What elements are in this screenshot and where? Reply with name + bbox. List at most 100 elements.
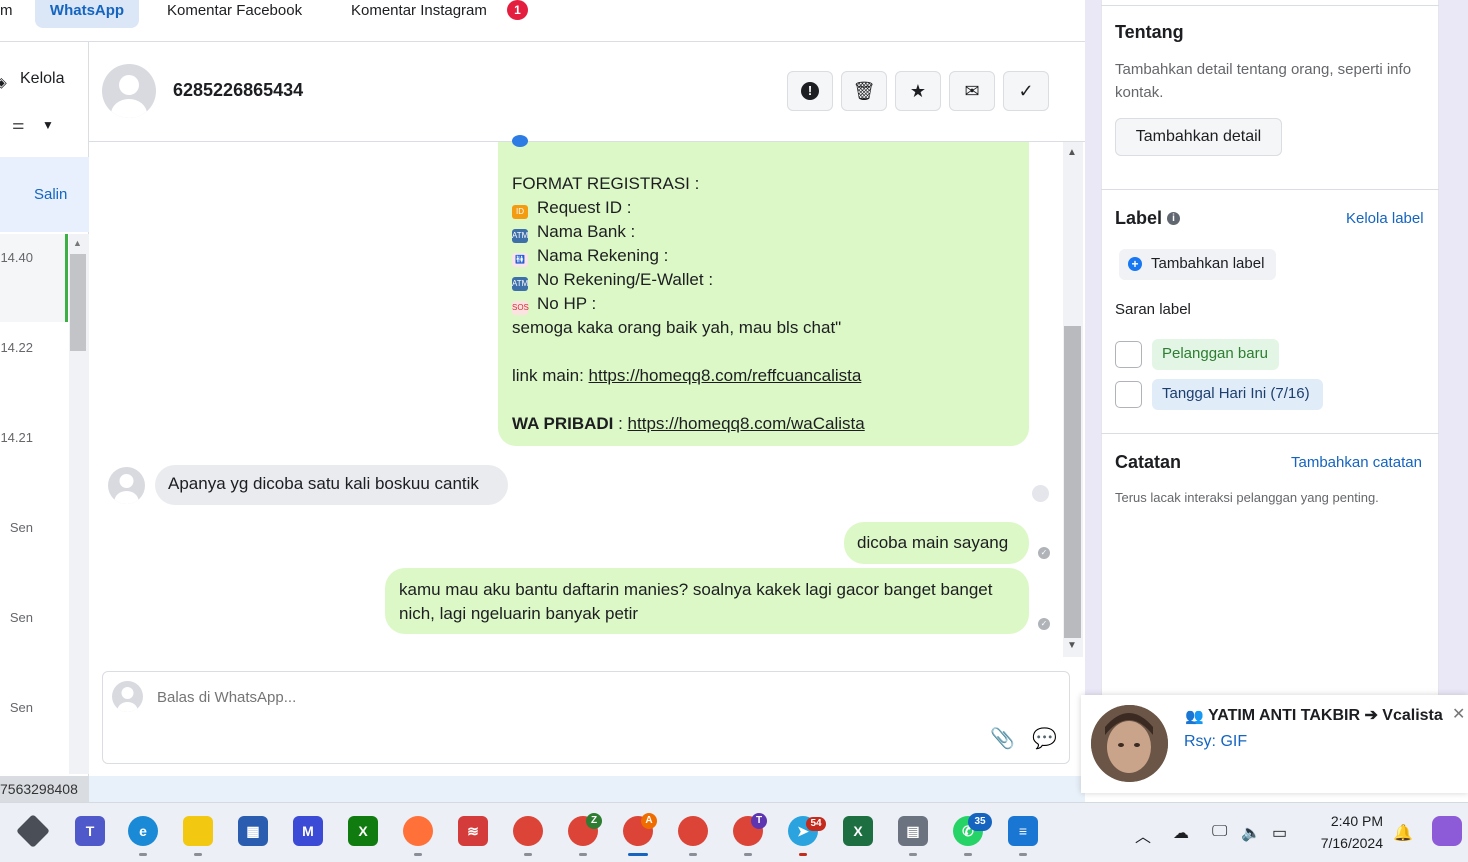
chat-scrollbar-thumb[interactable] — [1064, 326, 1081, 638]
contact-avatar — [102, 64, 156, 118]
tab-instagram-comments[interactable]: Komentar Instagram — [351, 0, 487, 28]
registration-message: FORMAT REGISTRASI : ID Request ID : ATM Na… — [512, 172, 865, 436]
profile-badge: T — [751, 813, 767, 829]
microsoft-store-icon[interactable]: ▦ — [238, 816, 268, 846]
scroll-down-arrow-icon[interactable]: ▼ — [1067, 640, 1077, 651]
notes-description: Terus lacak interaksi pelanggan yang pen… — [1115, 490, 1379, 505]
mark-unread-button[interactable]: ✉ — [949, 71, 995, 111]
notes-heading: Catatan — [1115, 452, 1182, 472]
app-icon[interactable]: M — [293, 816, 323, 846]
cloud-off-icon[interactable]: ☁ — [1173, 823, 1189, 843]
selected-conversation[interactable] — [0, 234, 65, 322]
id-fragment: 7563298408 — [0, 776, 89, 802]
app-icon[interactable]: ≋ — [458, 816, 488, 846]
conversation-time: Sen — [9, 610, 33, 625]
firefox-icon[interactable] — [403, 816, 433, 846]
footer-strip — [89, 776, 1085, 802]
filter-sliders-icon[interactable]: ⚌ — [12, 116, 25, 133]
wa-label: WA PRIBADI — [512, 414, 614, 433]
chevron-up-icon[interactable]: ︿ — [1135, 823, 1151, 847]
running-indicator — [414, 853, 422, 856]
running-indicator — [744, 853, 752, 856]
salin-link[interactable]: Salin — [34, 186, 67, 203]
profile-badge: Z — [586, 813, 602, 829]
scroll-up-arrow-icon[interactable]: ▲ — [73, 238, 82, 248]
suggested-label[interactable]: Tanggal Hari Ini (7/16) — [1152, 379, 1323, 410]
about-description: Tambahkan detail tentang orang, seperti … — [1115, 61, 1412, 101]
check-icon: ✓ — [1018, 80, 1034, 101]
edge-icon[interactable]: e — [128, 816, 158, 846]
person-photo-icon — [1091, 705, 1168, 782]
envelope-icon: ✉ — [964, 80, 980, 101]
copilot-icon[interactable] — [1432, 816, 1462, 846]
tab-facebook-comments[interactable]: Komentar Facebook — [167, 0, 302, 28]
delete-button[interactable]: 🗑 — [841, 71, 887, 111]
default-avatar-icon — [111, 75, 147, 118]
file-explorer-icon[interactable] — [183, 816, 213, 846]
running-indicator — [194, 853, 202, 856]
sos-emoji-icon: SOS — [512, 301, 529, 315]
format-title: FORMAT REGISTRASI : — [512, 174, 700, 193]
tab-previous-fragment[interactable]: m — [0, 0, 13, 28]
mark-done-button[interactable]: ✓ — [1003, 71, 1049, 111]
conversation-time: Sen — [9, 700, 33, 715]
unread-badge: 54 — [806, 817, 826, 831]
star-icon: ★ — [909, 80, 927, 101]
list-scrollbar-thumb[interactable] — [70, 254, 86, 351]
account-name-line: Nama Rekening : — [537, 246, 669, 265]
default-avatar-icon — [117, 687, 138, 712]
incoming-message-bubble: Apanya yg dicoba satu kali boskuu cantik — [155, 465, 508, 505]
label-checkbox[interactable] — [1115, 381, 1142, 408]
conversation-time: 14.22 — [0, 340, 33, 355]
tab-whatsapp[interactable]: WhatsApp — [35, 0, 139, 28]
label-checkbox[interactable] — [1115, 341, 1142, 368]
account-number-line: No Rekening/E-Wallet : — [537, 270, 714, 289]
chrome-icon[interactable] — [678, 816, 708, 846]
volume-icon[interactable]: 🔈 — [1241, 823, 1261, 843]
battery-icon[interactable]: ▭ — [1272, 823, 1287, 843]
active-indicator — [628, 853, 648, 856]
suggested-label[interactable]: Pelanggan baru — [1152, 339, 1279, 370]
info-icon[interactable]: i — [1167, 212, 1180, 225]
caret-down-icon[interactable]: ▼ — [42, 118, 54, 132]
game-link[interactable]: https://homeqq8.com/reffcuancalista — [589, 366, 862, 385]
closing-line: semoga kaka orang baik yah, mau bls chat… — [512, 318, 842, 337]
chrome-icon[interactable] — [513, 816, 543, 846]
saved-reply-icon[interactable]: 💬 — [1032, 726, 1057, 751]
manage-label-link[interactable]: Kelola label — [1346, 210, 1424, 227]
add-note-link[interactable]: Tambahkan catatan — [1291, 454, 1422, 471]
clock-date[interactable]: 7/16/2024 — [1303, 835, 1383, 851]
display-icon[interactable]: 🖵 — [1212, 823, 1227, 841]
kelola-button[interactable]: Kelola — [20, 70, 64, 88]
restroom-emoji-icon: 🚻 — [512, 253, 528, 267]
star-button[interactable]: ★ — [895, 71, 941, 111]
report-button[interactable]: ! — [787, 71, 833, 111]
active-indicator — [65, 234, 68, 322]
xbox-icon[interactable]: X — [348, 816, 378, 846]
phone-line: No HP : — [537, 294, 597, 313]
clock-time[interactable]: 2:40 PM — [1323, 813, 1383, 829]
notification-bell-icon[interactable]: 🔔 — [1393, 823, 1413, 843]
teams-icon[interactable]: T — [75, 816, 105, 846]
link-label: link main: — [512, 366, 589, 385]
notepad-icon[interactable]: ≡ — [1008, 816, 1038, 846]
reply-input[interactable] — [157, 689, 857, 706]
add-label-button[interactable]: Tambahkan label — [1119, 249, 1276, 280]
channel-tab-bar — [0, 0, 1085, 42]
excel-icon[interactable]: X — [843, 816, 873, 846]
running-indicator — [964, 853, 972, 856]
instagram-count-badge: 1 — [507, 0, 528, 20]
atm-emoji-icon: ATM — [512, 277, 528, 291]
reply-box[interactable] — [102, 671, 1070, 764]
conversation-time: Sen — [9, 520, 33, 535]
bank-name-line: Nama Bank : — [537, 222, 636, 241]
paperclip-icon[interactable]: 📎 — [990, 726, 1015, 751]
add-detail-button[interactable]: Tambahkan detail — [1115, 118, 1282, 156]
wa-link[interactable]: https://homeqq8.com/waCalista — [628, 414, 865, 433]
calculator-icon[interactable]: ▤ — [898, 816, 928, 846]
atm-emoji-icon: ATM — [512, 229, 528, 243]
close-icon[interactable]: ✕ — [1452, 704, 1465, 724]
sent-check-icon: ✓ — [1038, 547, 1050, 559]
scroll-up-arrow-icon[interactable]: ▲ — [1067, 147, 1077, 158]
emoji-icon — [512, 135, 528, 147]
